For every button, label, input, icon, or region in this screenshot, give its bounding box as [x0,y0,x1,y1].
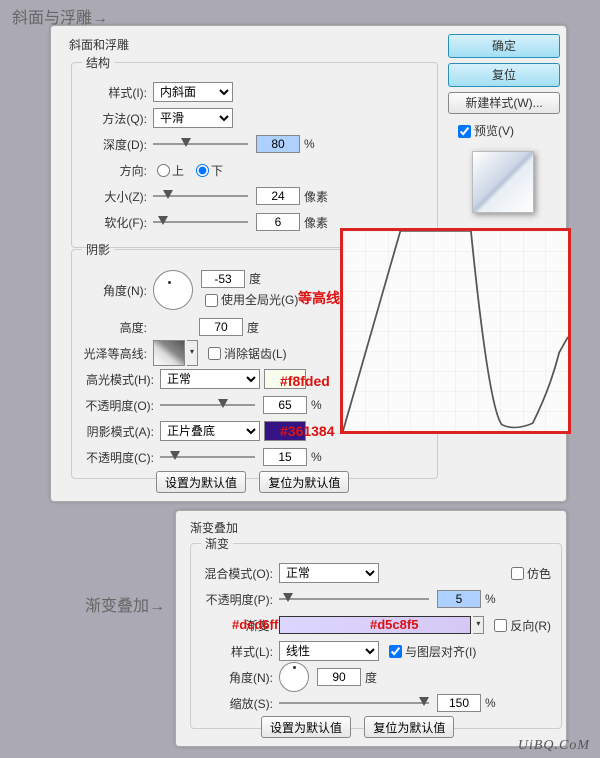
highlight-opacity-unit: % [311,398,322,412]
angle-input[interactable] [201,270,245,288]
ok-button[interactable]: 确定 [448,34,560,58]
grad-style-select[interactable]: 线性 [279,641,379,661]
scale-unit: % [485,696,496,710]
new-style-button[interactable]: 新建样式(W)... [448,92,560,114]
angle-unit: 度 [249,272,261,286]
opacity-unit: % [485,592,496,606]
highlight-opacity-label: 不透明度(O): [82,397,154,414]
angle-label: 角度(N): [82,282,147,299]
shading-legend: 阴影 [82,241,114,258]
style-select[interactable]: 内斜面 [153,82,233,102]
soften-slider[interactable] [153,215,248,229]
grad-set-default-button[interactable]: 设置为默认值 [261,716,351,738]
shadow-mode-label: 阴影模式(A): [82,423,154,440]
side-panel: 确定 复位 新建样式(W)... 预览(V) [448,34,558,213]
structure-legend: 结构 [82,54,114,71]
scale-slider[interactable] [279,696,429,710]
dir-down-label: 下 [211,162,223,179]
align-checkbox[interactable] [389,645,402,658]
align-label: 与图层对齐(I) [405,643,476,660]
technique-select[interactable]: 平滑 [153,108,233,128]
cancel-button[interactable]: 复位 [448,63,560,87]
highlight-opacity-input[interactable] [263,396,307,414]
grad-reset-default-button[interactable]: 复位为默认值 [364,716,454,738]
depth-unit: % [304,137,315,151]
structure-group: 结构 样式(I): 内斜面 方法(Q): 平滑 深度(D):% 方向: 上 下 大小(Z… [71,54,438,248]
shadow-opacity-input[interactable] [263,448,307,466]
gradient-group: 渐变 混合模式(O):正常仿色 不透明度(P):% 渐变:▾反向(R) 样式(L… [190,535,562,729]
grad-color2-note: #d5c8f5 [370,617,418,632]
grad-color1-note: #dcd6ff [232,617,278,632]
grad-angle-unit: 度 [365,669,377,686]
dir-down-radio[interactable] [196,164,209,177]
technique-label: 方法(Q): [82,110,147,127]
antialias-label: 消除锯齿(L) [224,345,287,362]
antialias-checkbox[interactable] [208,347,221,360]
soften-unit: 像素 [304,214,328,231]
altitude-unit: 度 [247,319,259,336]
soften-label: 软化(F): [82,214,147,231]
shadow-opacity-slider[interactable] [160,450,255,464]
bevel-heading: 斜面和浮雕 [69,36,129,53]
reset-default-button[interactable]: 复位为默认值 [259,471,349,493]
grad-angle-wheel[interactable] [279,662,309,692]
highlight-opacity-slider[interactable] [160,398,255,412]
size-label: 大小(Z): [82,188,147,205]
angle-wheel[interactable] [153,270,193,310]
shadow-opacity-unit: % [311,450,322,464]
dir-up-label: 上 [172,162,184,179]
shadow-mode-select[interactable]: 正片叠底 [160,421,260,441]
grad-style-label: 样式(L): [201,643,273,660]
highlight-mode-label: 高光模式(H): [82,371,154,388]
soften-input[interactable] [256,213,300,231]
watermark: UiBQ.CoM [518,738,590,754]
gloss-contour-picker[interactable] [153,340,185,366]
global-light-label: 使用全局光(G) [221,293,298,307]
grad-angle-label: 角度(N): [201,669,273,686]
dir-up-radio[interactable] [157,164,170,177]
set-default-button[interactable]: 设置为默认值 [156,471,246,493]
dither-checkbox[interactable] [511,567,524,580]
altitude-label: 高度: [82,319,147,336]
preview-thumbnail [472,151,534,213]
opacity-label: 不透明度(P): [201,591,273,608]
opacity-input[interactable] [437,590,481,608]
gradient-title-label: 渐变叠加→ [85,592,165,616]
reverse-checkbox[interactable] [494,619,507,632]
gradient-legend: 渐变 [201,535,233,552]
preview-checkbox[interactable] [458,125,471,138]
blend-mode-label: 混合模式(O): [201,565,273,582]
highlight-mode-select[interactable]: 正常 [160,369,260,389]
highlight-color-note: #f8fded [280,373,330,389]
shadow-opacity-label: 不透明度(C): [82,449,154,466]
size-unit: 像素 [304,188,328,205]
opacity-slider[interactable] [279,592,429,606]
global-light-checkbox[interactable] [205,294,218,307]
shadow-color-note: #361384 [280,423,335,439]
gradient-heading: 渐变叠加 [190,519,238,536]
preview-label: 预览(V) [474,124,514,138]
grad-angle-input[interactable] [317,668,361,686]
altitude-input[interactable] [199,318,243,336]
direction-label: 方向: [82,162,147,179]
depth-slider[interactable] [153,137,248,151]
reverse-label: 反向(R) [510,617,551,634]
gradient-dropdown[interactable]: ▾ [473,616,484,634]
dither-label: 仿色 [527,565,551,582]
depth-label: 深度(D): [82,136,147,153]
style-label: 样式(I): [82,84,147,101]
blend-mode-select[interactable]: 正常 [279,563,379,583]
scale-input[interactable] [437,694,481,712]
depth-input[interactable] [256,135,300,153]
contour-curve-preview [340,228,571,434]
size-input[interactable] [256,187,300,205]
size-slider[interactable] [153,189,248,203]
gloss-contour-dropdown[interactable]: ▾ [187,340,198,366]
scale-label: 缩放(S): [201,695,273,712]
gloss-contour-label: 光泽等高线: [82,345,147,362]
